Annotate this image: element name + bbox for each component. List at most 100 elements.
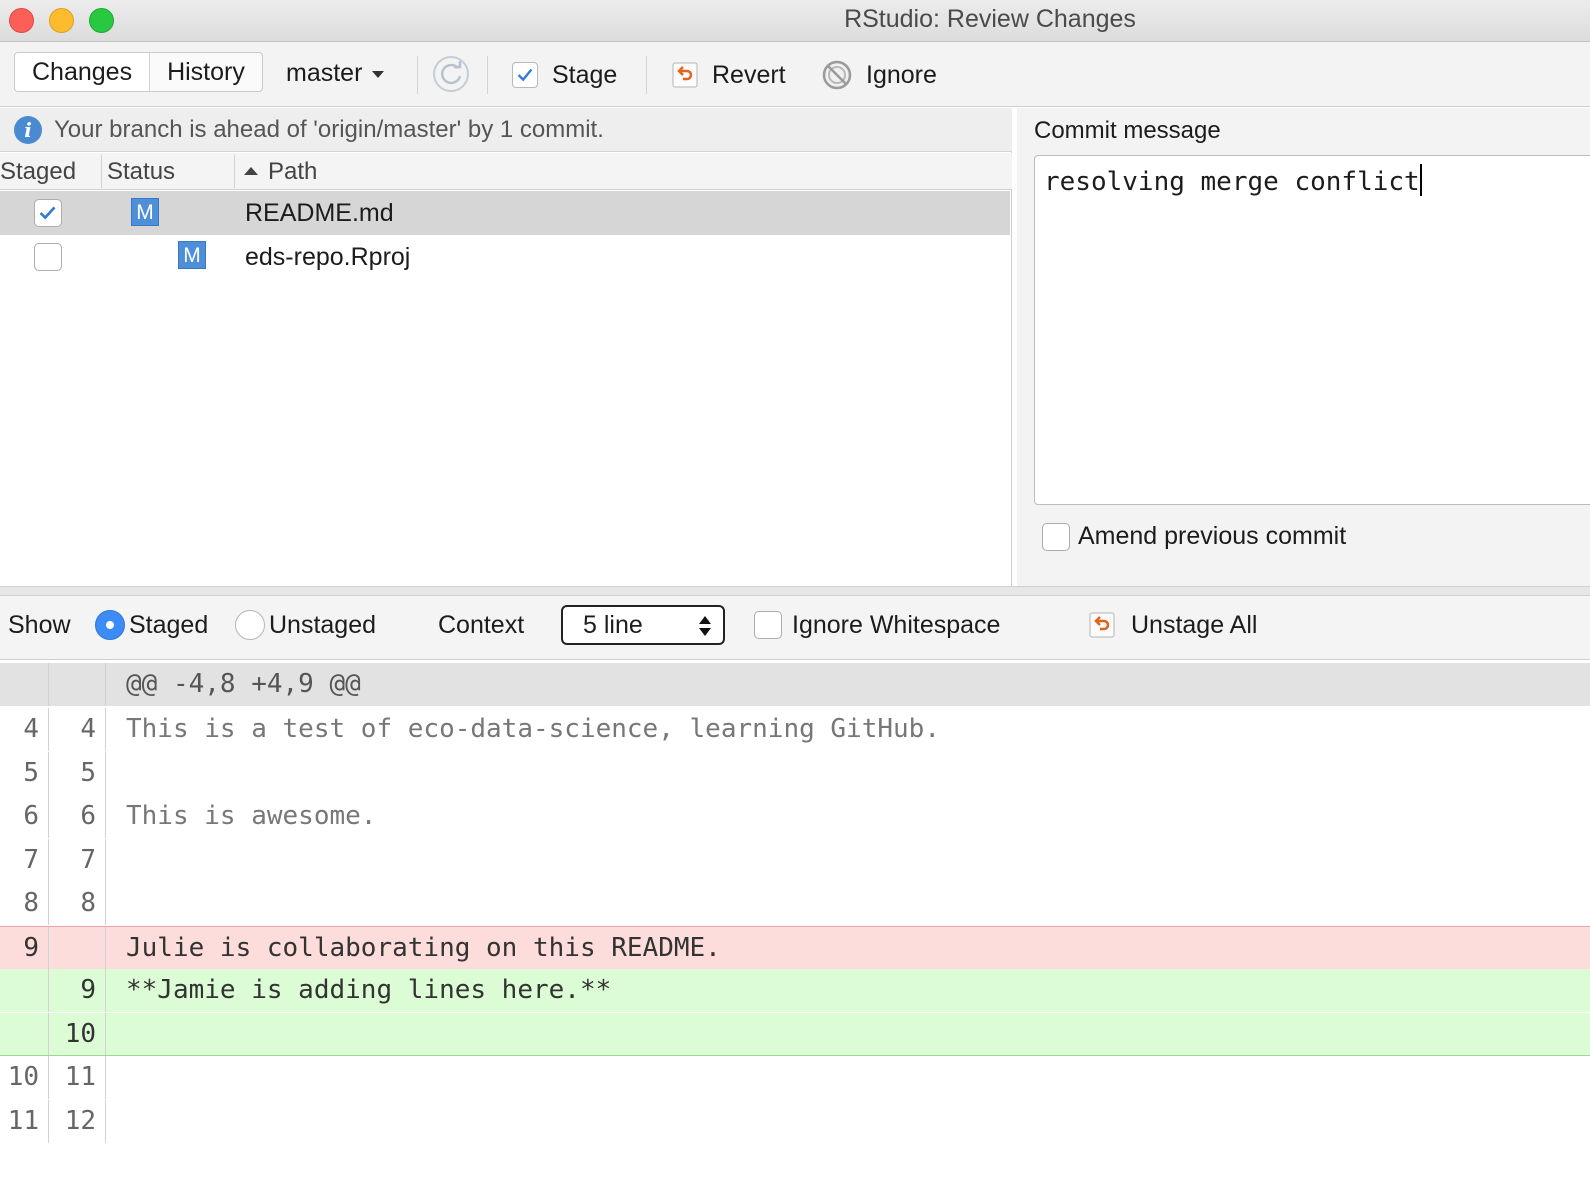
diff-line-text: Julie is collaborating on this README. [126,932,721,963]
diff-line-text: This is awesome. [126,801,377,831]
diff-line: 4 4 This is a test of eco-data-science, le… [0,708,1590,751]
commit-pane: Commit message resolving merge conflict … [1017,108,1590,586]
staged-radio[interactable]: Staged [95,596,208,654]
unstaged-radio-label: Unstaged [269,610,377,639]
diff-line-deleted: 9 Julie is collaborating on this README. [0,925,1590,969]
tab-history[interactable]: History [149,53,262,91]
diff-line-text: This is a test of eco-data-science, lear… [126,714,940,744]
new-line-number: 4 [80,714,96,744]
toolbar-divider [487,56,488,94]
old-line-number: 5 [23,757,39,788]
revert-arrow-icon [1089,612,1115,638]
checkbox-check-icon [512,62,538,88]
checkmark-icon [39,206,56,220]
diff-line-text: **Jamie is adding lines here.** [126,975,612,1005]
ignore-button[interactable]: Ignore [822,55,937,95]
new-line-number: 9 [80,975,96,1005]
staged-radio-label: Staged [129,610,209,639]
column-header-path-label: Path [268,158,318,185]
diff-line: 77 [0,838,1590,882]
commit-message-label: Commit message [1034,117,1221,144]
staged-checkbox[interactable] [34,243,62,271]
unstage-all-button[interactable]: Unstage All [1089,596,1257,654]
revert-button[interactable]: Revert [672,55,786,95]
context-label: Context [438,610,525,639]
files-table-header: Staged Status Path [0,153,1012,190]
tab-changes[interactable]: Changes [15,53,150,91]
context-select-value: 5 line [583,610,643,639]
radio-unselected-icon [235,610,265,640]
new-line-number: 6 [80,801,96,831]
amend-checkbox[interactable] [1042,522,1070,551]
diff-line-added: 9 **Jamie is adding lines here.** [0,969,1590,1012]
column-divider [101,155,102,188]
revert-arrow-icon [672,62,698,88]
diff-line: 88 [0,882,1590,925]
info-icon: i [14,115,42,144]
branch-dropdown[interactable]: master [286,56,385,90]
diff-line-added: 10 [0,1012,1590,1056]
hunk-header: @@ -4,8 +4,9 @@ [126,669,361,699]
title-bar: RStudio: Review Changes [0,0,1590,42]
file-path: README.md [245,199,394,227]
old-line-number: 9 [23,932,39,963]
unstaged-radio[interactable]: Unstaged [235,596,376,654]
context-select-wrap: 5 line [561,596,725,654]
pane-splitter[interactable] [0,586,1590,596]
branch-name: master [286,59,363,87]
old-line-number: 7 [23,844,39,875]
show-label: Show [8,610,71,639]
branch-status-message: Your branch is ahead of 'origin/master' … [54,115,604,143]
ignore-whitespace-label: Ignore Whitespace [792,610,1001,639]
review-toolbar: Changes History master Stage Revert Igno… [0,42,1590,107]
column-header-status[interactable]: Status [107,153,175,190]
branch-status-bar: i Your branch is ahead of 'origin/master… [0,108,1012,152]
ignore-label: Ignore [866,60,937,89]
new-line-number: 7 [80,844,96,875]
old-line-number: 10 [7,1062,39,1092]
new-line-number: 8 [80,888,96,918]
stage-label: Stage [552,60,618,89]
status-modified-badge: M [131,198,159,226]
select-arrows-icon [699,614,711,638]
old-line-number: 6 [23,801,39,831]
new-line-number: 12 [64,1105,96,1136]
diff-line: 55 [0,751,1590,795]
ignore-whitespace-option[interactable]: Ignore Whitespace [754,596,1000,654]
radio-selected-icon [95,610,125,640]
diff-toolbar: Show Staged Unstaged Context 5 line Igno… [0,596,1590,660]
new-line-number: 11 [64,1062,96,1092]
toolbar-divider [646,56,647,94]
amend-label: Amend previous commit [1078,522,1347,550]
commit-message-input[interactable]: resolving merge conflict [1034,155,1590,505]
changed-files-pane: i Your branch is ahead of 'origin/master… [0,108,1012,586]
refresh-icon[interactable] [432,55,470,93]
unstage-all-label: Unstage All [1131,610,1258,639]
window-title: RStudio: Review Changes [844,5,1136,33]
hunk-header-row: @@ -4,8 +4,9 @@ [0,663,1590,706]
prohibited-icon [822,60,852,90]
status-modified-badge: M [178,241,206,269]
diff-view: @@ -4,8 +4,9 @@ 4 4 This is a test of eco-… [0,661,1590,1178]
new-line-number: 10 [64,1018,96,1049]
commit-message-text: resolving merge conflict [1044,167,1420,197]
diff-line: 6 6 This is awesome. [0,795,1590,838]
column-header-path[interactable]: Path [244,153,317,190]
view-switcher: Changes History [14,52,263,92]
old-line-number: 11 [7,1105,39,1136]
staged-checkbox[interactable] [34,199,62,227]
chevron-down-icon [372,70,385,78]
diff-line: 10 11 [0,1056,1590,1099]
sort-ascending-icon [244,167,258,175]
file-row[interactable]: M README.md [0,191,1010,235]
stage-button[interactable]: Stage [512,55,617,95]
context-select[interactable]: 5 line [561,605,725,645]
ignore-whitespace-checkbox[interactable] [754,611,782,639]
column-divider [234,155,235,188]
amend-option[interactable]: Amend previous commit [1042,522,1346,551]
text-cursor [1419,164,1422,196]
file-row[interactable]: M eds-repo.Rproj [0,235,1010,279]
column-header-staged[interactable]: Staged [0,153,76,190]
old-line-number: 8 [23,888,39,918]
new-line-number: 5 [80,757,96,788]
